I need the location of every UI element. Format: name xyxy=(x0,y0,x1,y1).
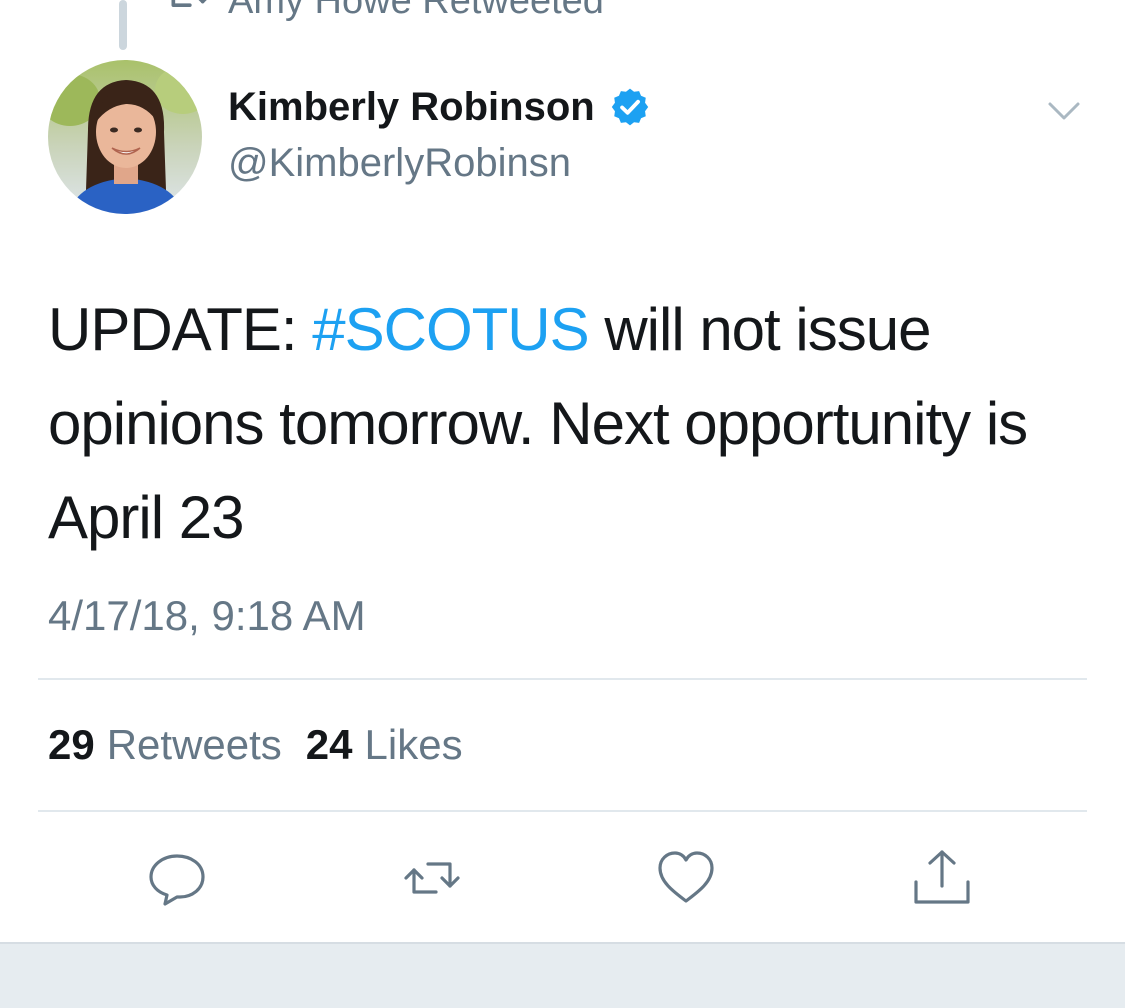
retweet-context-text: Amy Howe Retweeted xyxy=(228,0,604,22)
retweet-button[interactable] xyxy=(402,848,462,908)
hashtag-link[interactable]: #SCOTUS xyxy=(312,296,589,363)
retweets-stat[interactable]: 29 Retweets xyxy=(48,720,282,770)
author-handle[interactable]: @KimberlyRobinsn xyxy=(228,140,571,186)
thread-connector-line xyxy=(119,0,127,50)
heart-icon xyxy=(656,848,716,908)
retweets-label: Retweets xyxy=(106,721,282,768)
retweet-context-icon xyxy=(166,0,210,28)
tweet-stats: 29 Retweets 24 Likes xyxy=(48,720,463,770)
retweets-count: 29 xyxy=(48,721,95,768)
tweet-text-prefix: UPDATE: xyxy=(48,296,313,363)
display-name[interactable]: Kimberly Robinson xyxy=(228,84,595,130)
retweet-icon xyxy=(402,848,462,908)
bottom-separator-bar xyxy=(0,942,1125,1008)
likes-count: 24 xyxy=(305,721,353,768)
divider xyxy=(38,810,1087,812)
like-button[interactable] xyxy=(656,848,716,908)
retweet-context[interactable]: Amy Howe Retweeted xyxy=(166,0,604,28)
divider xyxy=(38,678,1087,680)
reply-icon xyxy=(147,848,207,908)
tweet-text: UPDATE: #SCOTUS will not issue opinions … xyxy=(48,283,1098,565)
tweet-timestamp: 4/17/18, 9:18 AM xyxy=(48,592,366,639)
author-name-row[interactable]: Kimberly Robinson xyxy=(228,84,651,130)
chevron-down-icon[interactable] xyxy=(1042,96,1086,126)
reply-button[interactable] xyxy=(147,848,207,908)
share-button[interactable] xyxy=(912,848,972,908)
likes-label: Likes xyxy=(364,721,463,768)
likes-stat[interactable]: 24 Likes xyxy=(306,720,463,770)
avatar[interactable] xyxy=(48,60,202,214)
share-icon xyxy=(912,848,972,908)
verified-badge-icon xyxy=(609,86,651,128)
